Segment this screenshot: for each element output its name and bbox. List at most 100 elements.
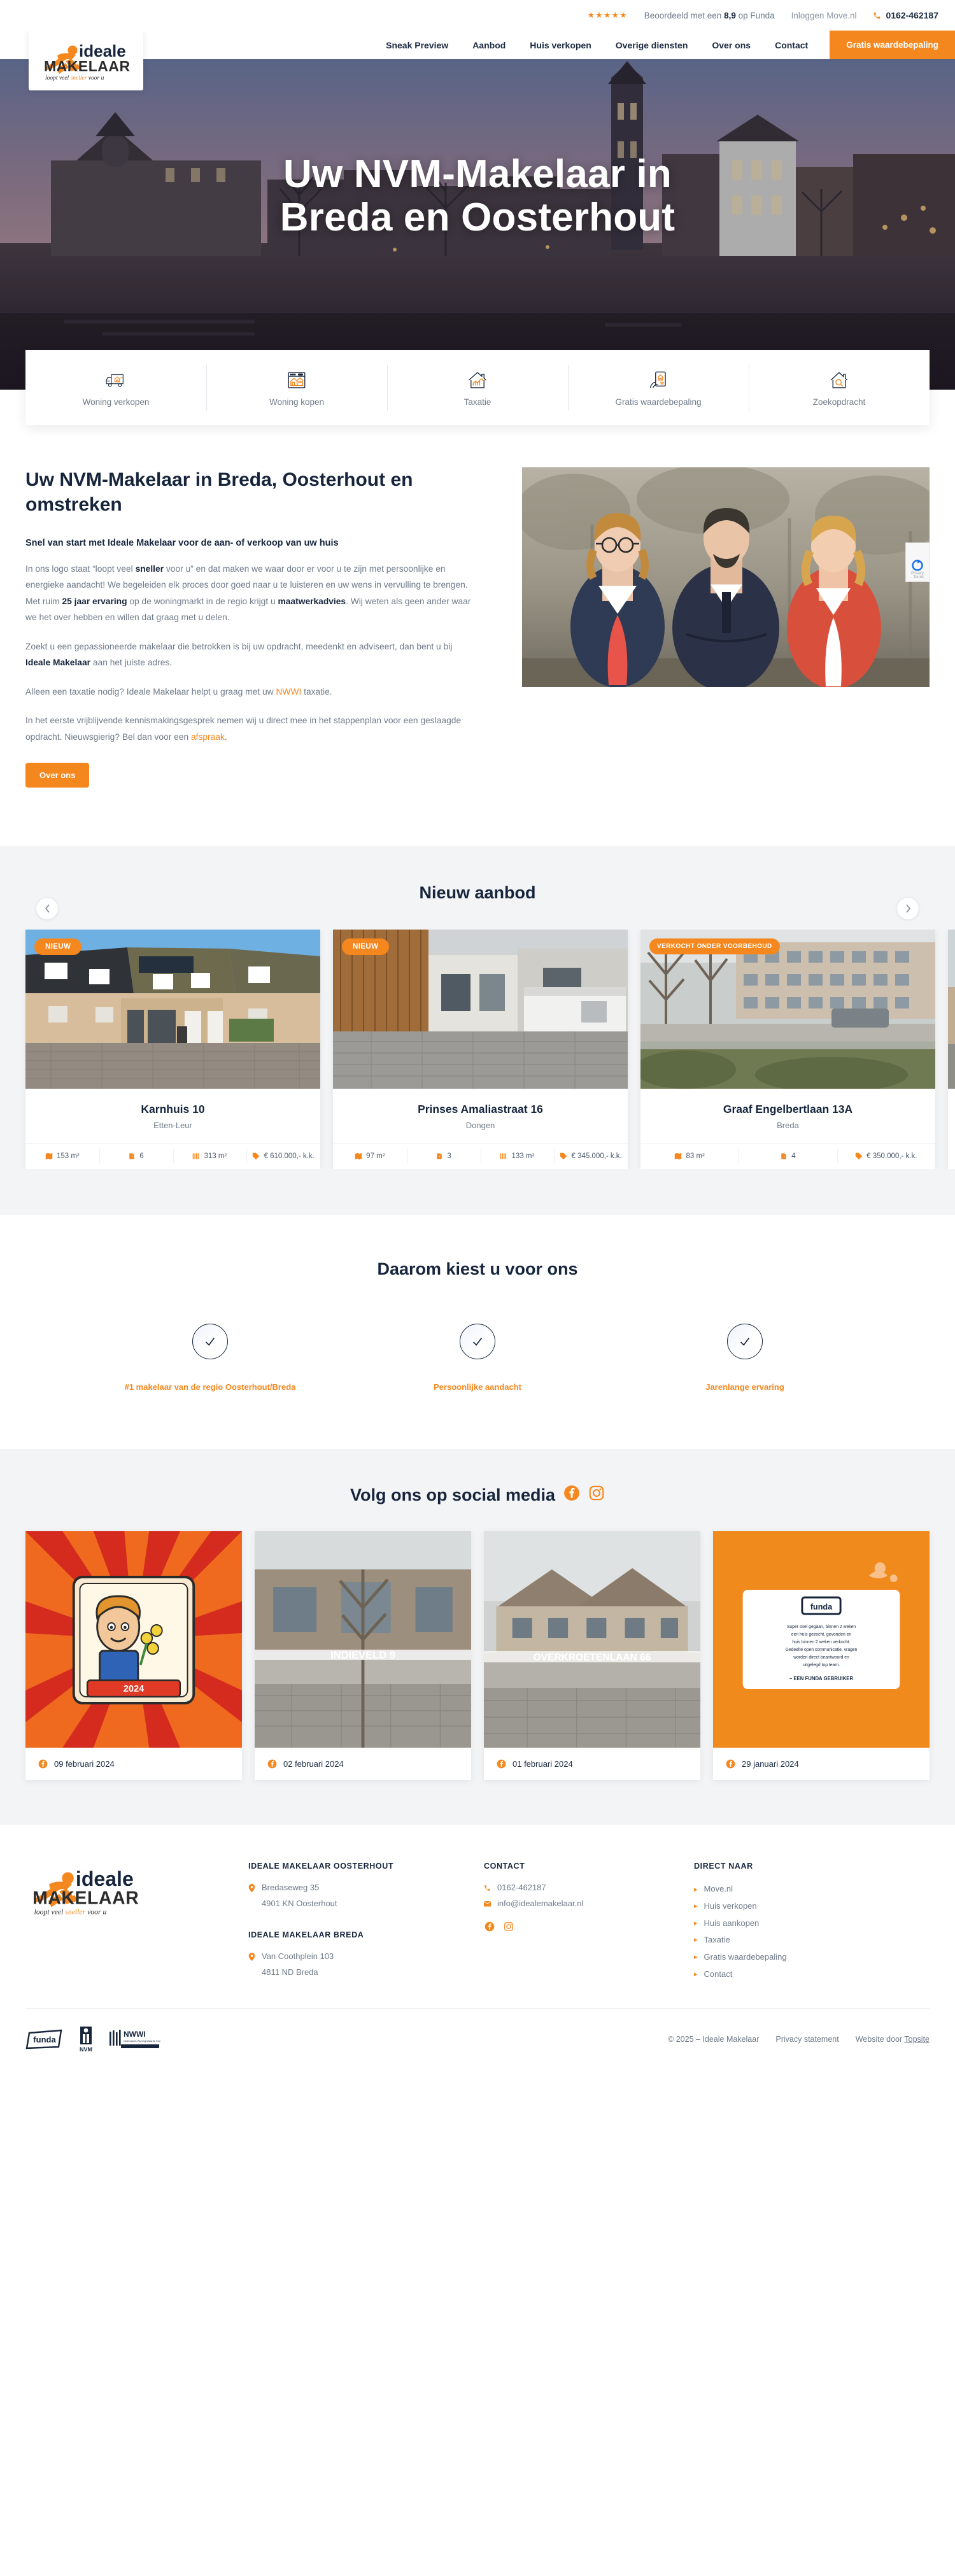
envelope-icon — [484, 1901, 491, 1907]
listing-specs: 83 m² 4 € 350.000,- k.k. — [640, 1143, 935, 1169]
footer-link-item[interactable]: Contact — [694, 1966, 930, 1983]
privacy-statement-link[interactable]: Privacy statement — [775, 2035, 838, 2044]
rating-suffix: op Funda — [735, 10, 775, 20]
footer-address-text: 4901 KN Oosterhout — [262, 1899, 337, 1909]
listings-carousel[interactable]: NIEUW Karnhuis 10 Etten-Leur 153 m² 6 31… — [0, 930, 955, 1170]
social-heading-row: Volg ons op social media — [0, 1485, 955, 1506]
facebook-link[interactable] — [563, 1485, 580, 1506]
social-post[interactable]: OVERKROETENLAAN 66 01 februari 2024 — [484, 1531, 700, 1781]
services-bar: Woning verkopen Woning kopen Taxatie Gra… — [25, 350, 930, 425]
spec-living-area: 83 m² — [640, 1143, 739, 1169]
afspraak-link[interactable]: afspraak — [191, 732, 225, 742]
nav-sneak-preview[interactable]: Sneak Preview — [386, 40, 448, 50]
footer-facebook-link[interactable] — [485, 1921, 495, 1935]
post-overlay-text: OVERKROETENLAAN 66 — [534, 1652, 651, 1663]
listing-body: Graaf Engelbertlaan 13A Breda 83 m² 4 € … — [640, 1089, 935, 1169]
main-header: ideale MAKELAAR loopt veel sneller voor … — [0, 31, 955, 90]
service-woning-verkopen[interactable]: Woning verkopen — [25, 365, 206, 411]
phone-link[interactable]: 0162-462187 — [873, 10, 938, 20]
hero-section: Uw NVM-Makelaar in Breda en Oosterhout — [0, 59, 955, 390]
footer-link[interactable]: Taxatie — [704, 1932, 730, 1949]
price-tag-icon — [253, 1153, 260, 1160]
listing-card[interactable]: VERKOCHT ONDER VOORBEHOUD Graaf Engelber… — [640, 930, 935, 1170]
rating-prefix: Beoordeeld met een — [644, 10, 725, 20]
nav-aanbod[interactable]: Aanbod — [472, 40, 506, 50]
spec-living-area: 97 m² — [333, 1143, 407, 1169]
topsite-link[interactable]: Topsite — [904, 2035, 930, 2044]
post-meta: 02 februari 2024 — [255, 1748, 471, 1780]
svg-text:een huis gezocht, gevonden en: een huis gezocht, gevonden en — [791, 1632, 852, 1637]
listing-specs: 97 m² 3 133 m² € 345.000,- k.k. — [333, 1143, 628, 1169]
p3-a: Alleen een taxatie nodig? Ideale Makelaa… — [25, 686, 276, 697]
svg-text:huis binnen 2 weken verkocht.: huis binnen 2 weken verkocht. — [792, 1640, 850, 1645]
ideale-makelaar-logo-icon: ideale MAKELAAR loopt veel sneller voor … — [44, 41, 130, 81]
reason-label: Persoonlijke aandacht — [434, 1382, 521, 1392]
nav-overige-diensten[interactable]: Overige diensten — [616, 40, 688, 50]
over-ons-button[interactable]: Over ons — [25, 763, 90, 788]
p1-e: op de woningmarkt in de regio krijgt u — [127, 596, 278, 606]
nav-over-ons[interactable]: Over ons — [712, 40, 751, 50]
hand-document-icon — [649, 371, 666, 388]
footer-link[interactable]: Huis verkopen — [704, 1898, 757, 1915]
spec-value: € 610.000,- k.k. — [264, 1152, 315, 1161]
spec-value: 83 m² — [686, 1152, 705, 1161]
footer-link-item[interactable]: Huis aankopen — [694, 1915, 930, 1932]
footer-link-item[interactable]: Huis verkopen — [694, 1898, 930, 1915]
service-gratis-waardebepaling[interactable]: Gratis waardebepaling — [568, 365, 749, 411]
listing-card-partial[interactable] — [948, 930, 955, 1170]
social-post[interactable]: INDIEVELD 9 02 februari 2024 — [255, 1531, 471, 1781]
footer-link-item[interactable]: Gratis waardebepaling — [694, 1949, 930, 1966]
listing-city: Dongen — [465, 1121, 495, 1131]
footer-direct-list: Move.nl Huis verkopen Huis aankopen Taxa… — [694, 1881, 930, 1983]
nav-huis-verkopen[interactable]: Huis verkopen — [530, 40, 591, 50]
footer-email-link[interactable]: info@idealemakelaar.nl — [484, 1897, 694, 1911]
service-zoekopdracht[interactable]: Zoekopdracht — [749, 365, 930, 411]
service-woning-kopen[interactable]: Woning kopen — [206, 365, 387, 411]
service-taxatie[interactable]: Taxatie — [387, 365, 568, 411]
chevron-right-icon — [905, 904, 910, 914]
footer-instagram-link[interactable] — [504, 1921, 514, 1935]
checkmark-icon — [472, 1338, 483, 1347]
site-logo[interactable]: ideale MAKELAAR loopt veel sneller voor … — [29, 31, 143, 90]
post-meta: 09 februari 2024 — [25, 1748, 242, 1780]
instagram-link[interactable] — [588, 1485, 605, 1506]
svg-text:loopt veel sneller voor u: loopt veel sneller voor u — [34, 1908, 107, 1916]
listing-card[interactable]: NIEUW Prinses Amaliastraat 16 Dongen 97 … — [333, 930, 628, 1170]
spec-price: € 350.000,- k.k. — [837, 1143, 935, 1169]
footer-link-item[interactable]: Move.nl — [694, 1881, 930, 1898]
nav-contact[interactable]: Contact — [775, 40, 808, 50]
carousel-next-button[interactable] — [896, 897, 919, 921]
footer-link[interactable]: Move.nl — [704, 1881, 733, 1898]
certification-logos: funda NVM NWWI Nederlands Woning Waarde … — [25, 2025, 160, 2053]
nvm-logo-icon: NVM — [80, 2027, 92, 2053]
top-utility-bar-inner: ★★★★★ Beoordeeld met een 8,9 op Funda In… — [587, 10, 955, 20]
social-post[interactable]: 2024 09 februari 2024 — [25, 1531, 242, 1781]
footer-link[interactable]: Huis aankopen — [704, 1915, 760, 1932]
svg-text:Gedeelte open communicatie, vr: Gedeelte open communicatie, vragen — [786, 1648, 858, 1652]
social-media-section: Volg ons op social media 2024 09 februar… — [0, 1449, 955, 1825]
footer-link-item[interactable]: Taxatie — [694, 1932, 930, 1949]
service-label: Gratis waardebepaling — [615, 397, 702, 407]
footer-direct-heading: DIRECT NAAR — [694, 1862, 753, 1871]
social-heading: Volg ons op social media — [350, 1485, 556, 1505]
social-post[interactable]: funda Super snel gegaan, binnen 2 weken … — [713, 1531, 930, 1781]
listing-photo: NIEUW — [333, 930, 628, 1089]
carousel-prev-button[interactable] — [36, 897, 59, 921]
listing-badge: NIEUW — [342, 938, 390, 956]
login-move-link[interactable]: Inloggen Move.nl — [791, 11, 857, 20]
footer-link[interactable]: Gratis waardebepaling — [704, 1949, 787, 1966]
listing-card[interactable]: NIEUW Karnhuis 10 Etten-Leur 153 m² 6 31… — [25, 930, 320, 1170]
listing-photo: VERKOCHT ONDER VOORBEHOUD — [640, 930, 935, 1089]
listing-title: Prinses Amaliastraat 16 — [418, 1103, 543, 1116]
p1-a: In ons logo staat “loopt veel — [25, 563, 136, 574]
post-date: 02 februari 2024 — [283, 1759, 344, 1769]
nwwi-link[interactable]: NWWI — [276, 687, 301, 697]
location-pin-icon — [248, 1884, 255, 1893]
footer-columns: ideale MAKELAAR loopt veel sneller voor … — [25, 1862, 930, 1983]
facebook-icon — [38, 1760, 48, 1769]
listing-body: Prinses Amaliastraat 16 Dongen 97 m² 3 1… — [333, 1089, 628, 1169]
footer-phone-link[interactable]: 0162-462187 — [484, 1881, 694, 1895]
gratis-waardebepaling-button[interactable]: Gratis waardebepaling — [830, 31, 955, 59]
footer-link[interactable]: Contact — [704, 1966, 733, 1983]
post-image: OVERKROETENLAAN 66 — [484, 1531, 700, 1748]
